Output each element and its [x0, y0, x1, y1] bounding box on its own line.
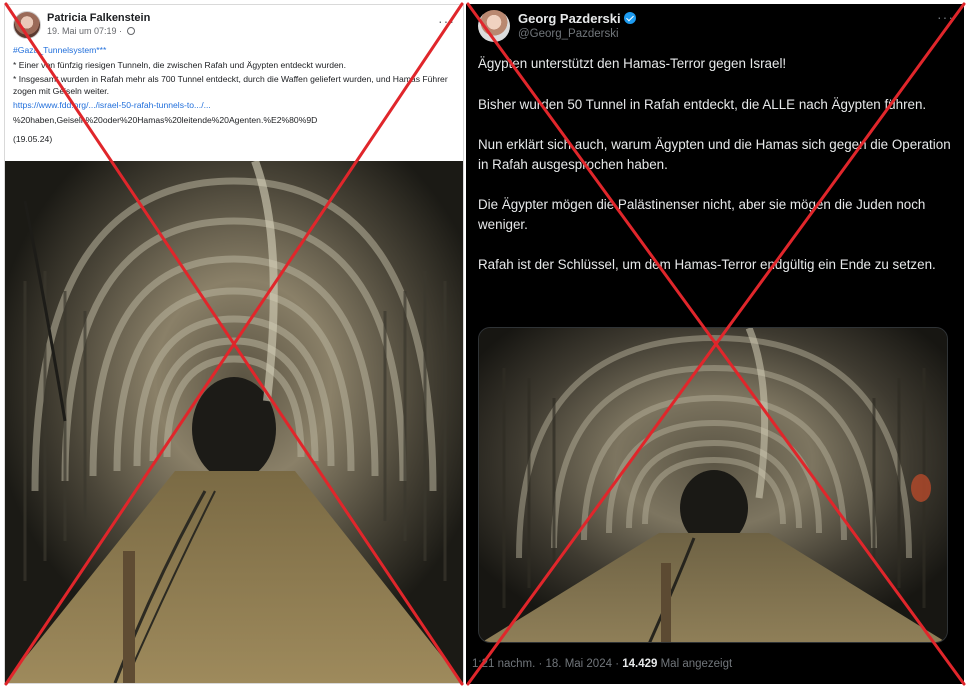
more-options-icon[interactable]: ···: [937, 9, 954, 25]
x-post-screenshot: Georg Pazderski @Georg_Pazderski ··· Ägy…: [466, 4, 964, 684]
post-line: * Einer von fünfzig riesigen Tunneln, di…: [13, 59, 346, 70]
author-avatar[interactable]: [478, 10, 510, 42]
post-paragraph: Die Ägypter mögen die Palästinenser nich…: [478, 197, 926, 232]
tunnel-photo-illustration: [479, 328, 947, 642]
facebook-post-text: #Gaza_Tunnelsystem*** * Einer von fünfzi…: [13, 45, 453, 149]
author-handle[interactable]: @Georg_Pazderski: [518, 28, 619, 40]
globe-icon: [126, 27, 135, 35]
link-continuation: %20haben,Geiseln%20oder%20Hamas%20leiten…: [13, 114, 318, 125]
date-note: (19.05.24): [13, 134, 53, 144]
tunnel-photo-illustration: [5, 161, 463, 683]
post-timestamp-text: 19. Mai um 07:19 ·: [47, 26, 123, 36]
facebook-post-screenshot: Patricia Falkenstein 19. Mai um 07:19 · …: [4, 4, 464, 684]
x-post-text: Ägypten unterstützt den Hamas-Terror geg…: [478, 54, 952, 296]
post-paragraph: Nun erklärt sich auch, warum Ägypten und…: [478, 137, 951, 172]
post-time[interactable]: 1:21 nachm. · 18. Mai 2024 ·: [472, 658, 622, 670]
author-name[interactable]: Patricia Falkenstein: [47, 12, 150, 24]
post-footer: 1:21 nachm. · 18. Mai 2024 · 14.429 Mal …: [472, 658, 732, 670]
view-count: 14.429: [622, 658, 658, 670]
facebook-post-header: Patricia Falkenstein 19. Mai um 07:19 · …: [13, 11, 457, 39]
author-avatar[interactable]: [13, 11, 41, 39]
verified-badge-icon: [623, 12, 636, 24]
post-line: * Insgesamt wurden in Rafah mehr als 700…: [13, 74, 448, 96]
tunnel-photo[interactable]: [478, 327, 948, 643]
view-count-label: Mal angezeigt: [657, 658, 733, 670]
post-paragraph: Ägypten unterstützt den Hamas-Terror geg…: [478, 56, 787, 71]
more-options-icon[interactable]: ···: [438, 13, 455, 29]
author-name: Georg Pazderski: [518, 11, 621, 26]
post-paragraph: Rafah ist der Schlüssel, um dem Hamas-Te…: [478, 257, 936, 272]
source-link[interactable]: https://www.fdd.org/.../israel-50-rafah-…: [13, 100, 211, 110]
author-name-row[interactable]: Georg Pazderski: [518, 11, 636, 26]
hashtag-link[interactable]: #Gaza_Tunnelsystem***: [13, 45, 106, 55]
tunnel-photo[interactable]: [5, 161, 463, 683]
post-timestamp[interactable]: 19. Mai um 07:19 ·: [47, 26, 135, 36]
post-paragraph: Bisher wurden 50 Tunnel in Rafah entdeck…: [478, 96, 927, 112]
